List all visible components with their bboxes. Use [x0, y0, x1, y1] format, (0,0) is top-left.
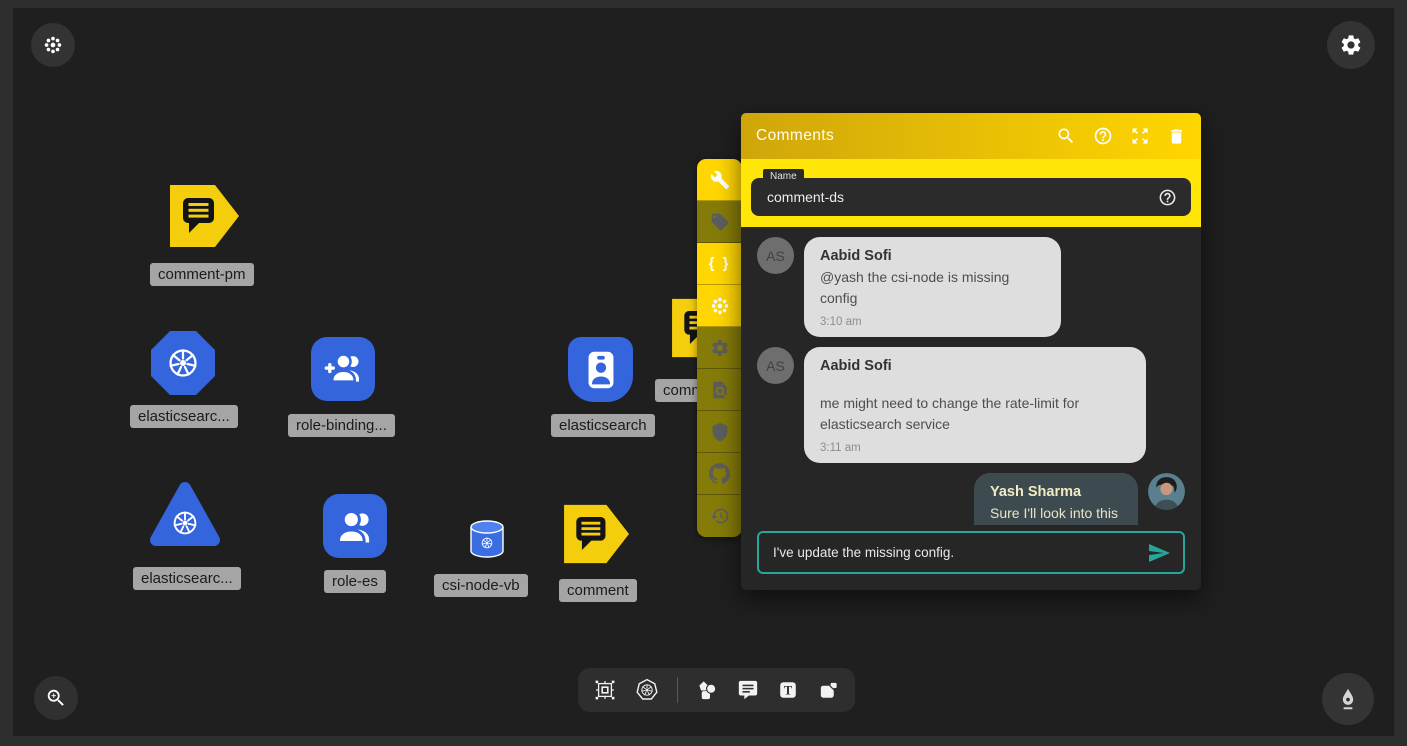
avatar: AS: [757, 347, 794, 384]
wrench-icon: [710, 170, 730, 190]
comment-message: Yash Sharma Sure I'll look into this 3:2…: [757, 473, 1185, 525]
comment-text: @yash the csi-node is missing config: [820, 267, 1045, 309]
kubernetes-flower-icon: [709, 295, 731, 317]
node-label: role-es: [324, 570, 386, 593]
component-library-icon[interactable]: [593, 678, 617, 702]
comment-time: 3:10 am: [820, 316, 1045, 328]
comment-input[interactable]: [771, 544, 1147, 561]
toolbar-github-button[interactable]: [697, 453, 742, 495]
node-csi-node-vb[interactable]: [469, 519, 505, 559]
node-action-toolbar: { }: [697, 159, 742, 537]
zoom-in-icon: [45, 687, 67, 709]
comment-text: Sure I'll look into this: [990, 503, 1122, 524]
toolbar-braces-button[interactable]: { }: [697, 243, 742, 285]
comments-panel: Comments Name AS Aabid Sofi @yash the cs…: [741, 113, 1201, 590]
comment-text: me might need to change the rate-limit f…: [820, 393, 1130, 435]
comments-thread[interactable]: AS Aabid Sofi @yash the csi-node is miss…: [741, 227, 1201, 525]
panel-title: Comments: [756, 127, 1056, 145]
node-elasticsearch-service-account[interactable]: [568, 337, 633, 402]
pen-tool-button[interactable]: [1322, 673, 1374, 725]
comment-message: AS Aabid Sofi @yash the csi-node is miss…: [757, 237, 1185, 337]
comment-message: AS Aabid Sofi me might need to change th…: [757, 347, 1185, 463]
delete-icon[interactable]: [1167, 127, 1186, 146]
node-elasticsearch-octagon[interactable]: [151, 331, 215, 395]
id-badge-icon: [578, 347, 624, 393]
github-icon: [709, 463, 730, 484]
role-binding-icon: [321, 347, 365, 391]
name-field-section: Name: [741, 159, 1201, 227]
send-icon[interactable]: [1147, 541, 1171, 565]
shield-icon: [710, 422, 730, 442]
history-icon: [710, 506, 730, 526]
toolbar-shield-button[interactable]: [697, 411, 742, 453]
comment-author: Yash Sharma: [990, 484, 1122, 500]
braces-icon: { }: [709, 255, 731, 272]
comments-panel-header[interactable]: Comments: [741, 113, 1201, 159]
node-label: csi-node-vb: [434, 574, 528, 597]
shapes-tool-icon[interactable]: [696, 679, 719, 702]
gear-icon: [1339, 33, 1363, 57]
expand-icon[interactable]: [1130, 126, 1150, 146]
gear-icon: [710, 338, 730, 358]
toolbar-file-search-button[interactable]: [697, 369, 742, 411]
comment-composer: [757, 531, 1185, 574]
node-label: comment: [559, 579, 637, 602]
comment-author: Aabid Sofi: [820, 248, 1045, 264]
toolbar-history-button[interactable]: [697, 495, 742, 537]
avatar: AS: [757, 237, 794, 274]
settings-button[interactable]: [1327, 21, 1375, 69]
toolbar-gear-button[interactable]: [697, 327, 742, 369]
node-label: elasticsearch: [551, 414, 655, 437]
node-label: role-binding...: [288, 414, 395, 437]
app-menu-button[interactable]: [31, 23, 75, 67]
node-role-es[interactable]: [323, 494, 387, 558]
node-comment-pm[interactable]: [170, 182, 240, 250]
search-icon[interactable]: [1056, 126, 1076, 146]
avatar-photo: [1148, 473, 1185, 510]
bottom-tool-palette: [578, 668, 855, 712]
help-icon[interactable]: [1093, 126, 1113, 146]
node-comment[interactable]: [564, 502, 630, 566]
toolbar-kubernetes-button[interactable]: [697, 285, 742, 327]
toolbar-tag-button[interactable]: [697, 201, 742, 243]
media-tool-icon[interactable]: [817, 679, 840, 702]
kubernetes-icon[interactable]: [635, 678, 659, 702]
text-tool-icon[interactable]: [777, 679, 799, 701]
zoom-button[interactable]: [34, 676, 78, 720]
node-elasticsearch-triangle[interactable]: [148, 480, 222, 552]
node-label: comment-pm: [150, 263, 254, 286]
tag-icon: [710, 212, 730, 232]
comment-time: 3:11 am: [820, 442, 1130, 454]
role-icon: [333, 504, 377, 548]
help-icon[interactable]: [1158, 188, 1177, 207]
toolbar-divider: [677, 677, 678, 703]
node-label: elasticsearc...: [130, 405, 238, 428]
comment-author: Aabid Sofi: [820, 358, 1130, 374]
comment-tool-icon[interactable]: [737, 679, 759, 701]
node-label: elasticsearc...: [133, 567, 241, 590]
toolbar-wrench-button[interactable]: [697, 159, 742, 201]
pen-nib-icon: [1335, 686, 1361, 712]
name-input[interactable]: [765, 188, 1158, 206]
kubernetes-flower-icon: [42, 34, 64, 56]
name-field-label: Name: [763, 169, 804, 184]
node-role-binding[interactable]: [311, 337, 375, 401]
file-search-icon: [710, 380, 730, 400]
